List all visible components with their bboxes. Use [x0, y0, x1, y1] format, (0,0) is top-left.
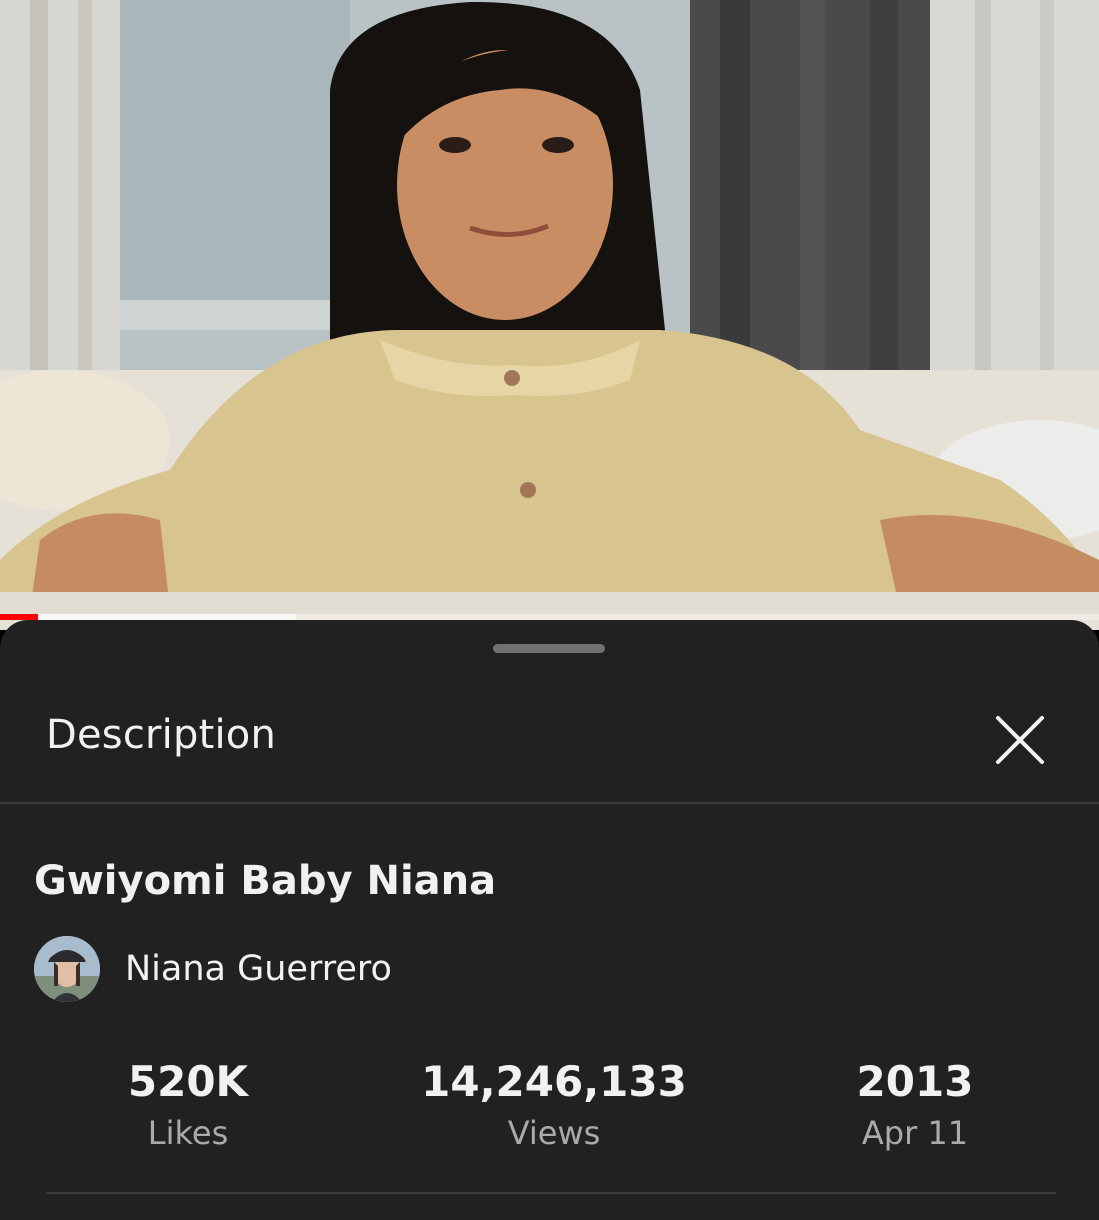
video-frame	[0, 0, 1099, 630]
stat-likes: 520K Likes	[18, 1057, 358, 1153]
close-button[interactable]	[986, 706, 1054, 774]
views-count: 14,246,133	[421, 1057, 687, 1106]
description-sheet: Description Gwiyomi Baby Niana Niana Gue…	[0, 620, 1099, 1220]
channel-name: Niana Guerrero	[125, 949, 392, 989]
close-icon	[996, 716, 1044, 764]
stat-views: 14,246,133 Views	[384, 1057, 724, 1153]
video-player[interactable]	[0, 0, 1099, 630]
sheet-title: Description	[46, 712, 277, 758]
header-divider	[0, 802, 1099, 804]
channel-row[interactable]: Niana Guerrero	[34, 936, 392, 1002]
views-label: Views	[507, 1114, 601, 1152]
drag-handle[interactable]	[493, 644, 605, 653]
upload-year: 2013	[856, 1057, 974, 1106]
stat-date: 2013 Apr 11	[745, 1057, 1085, 1153]
avatar-image	[34, 936, 100, 1002]
likes-label: Likes	[147, 1114, 229, 1152]
stats-divider	[46, 1192, 1056, 1194]
avatar[interactable]	[34, 936, 100, 1002]
upload-date: Apr 11	[861, 1114, 969, 1152]
video-title: Gwiyomi Baby Niana	[34, 858, 497, 904]
likes-count: 520K	[127, 1057, 249, 1106]
